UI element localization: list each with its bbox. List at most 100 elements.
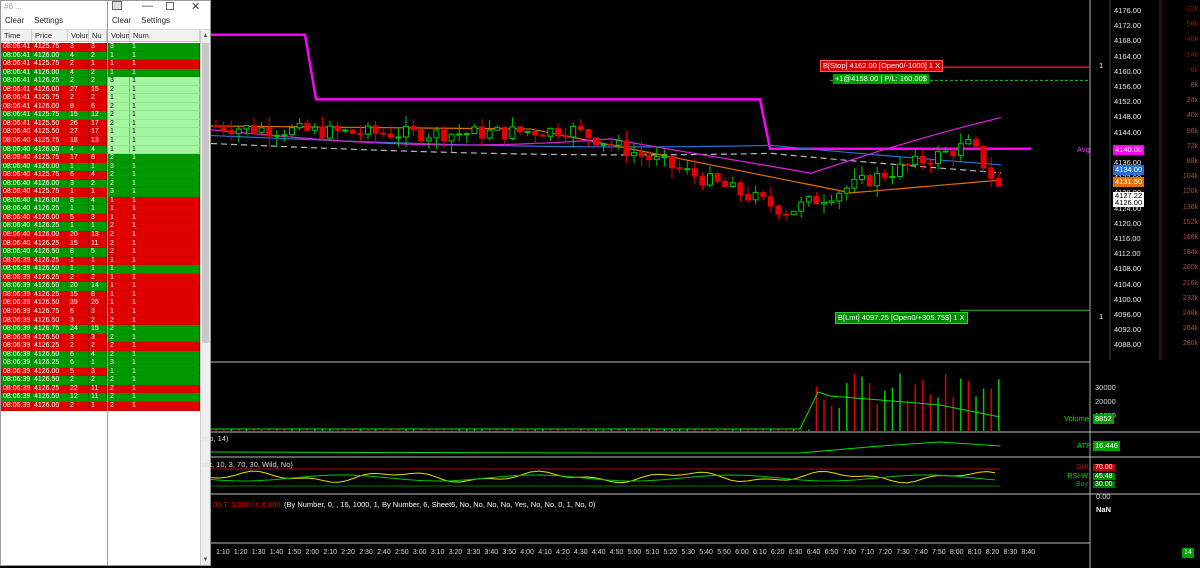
- scroll-thumb[interactable]: [202, 43, 209, 343]
- volume-row[interactable]: 11: [108, 282, 200, 291]
- time-and-sales-window[interactable]: #6 ... Clear Settings Time Price Volun N…: [0, 0, 108, 566]
- trade-row[interactable]: 08:06:41 4125.75 3 3: [1, 43, 107, 52]
- trade-row[interactable]: 08:06:39 4126.50 12 11: [1, 393, 107, 402]
- trade-row[interactable]: 08:06:39 4126.75 24 15: [1, 325, 107, 334]
- column-number-2[interactable]: Num: [130, 30, 200, 41]
- trade-row[interactable]: 08:06:41 4125.75 15 12: [1, 111, 107, 120]
- trade-row[interactable]: 08:06:41 4126.00 4 2: [1, 51, 107, 61]
- volume-row[interactable]: 21: [108, 111, 200, 120]
- trade-row[interactable]: 08:06:39 4126.25 2 2: [1, 273, 107, 283]
- volume-row[interactable]: 11: [108, 307, 200, 317]
- position-label[interactable]: +1@4158.00 | P/L: 160.00$: [833, 74, 929, 84]
- volume-row[interactable]: 11: [108, 60, 200, 69]
- trade-row[interactable]: 08:06:40 4125.75 18 13: [1, 137, 107, 146]
- volume-row[interactable]: 21: [108, 154, 200, 163]
- settings-button[interactable]: Settings: [34, 16, 63, 25]
- trade-row[interactable]: 08:06:39 4126.50 1 1: [1, 265, 107, 274]
- volume-row[interactable]: 11: [108, 256, 200, 266]
- trade-row[interactable]: 08:06:41 4126.00 8 6: [1, 102, 107, 112]
- trade-row[interactable]: 08:06:40 4125.75 17 8: [1, 154, 107, 163]
- column-number[interactable]: Nu: [89, 30, 107, 41]
- stop-order-label[interactable]: B[Stop] 4162.00 [Open0/-1000] 1 X: [820, 60, 944, 72]
- trade-row[interactable]: 08:06:39 4126.25 15 8: [1, 290, 107, 300]
- trade-row[interactable]: 08:06:40 4126.00 4 4: [1, 145, 107, 155]
- vertical-scrollbar[interactable]: ▲ ▼: [200, 31, 210, 565]
- volume-row[interactable]: 21: [108, 333, 200, 343]
- trade-row[interactable]: 08:06:39 4126.50 39 26: [1, 299, 107, 308]
- volume-row[interactable]: 21: [108, 350, 200, 360]
- trade-row[interactable]: 08:06:39 4126.50 2 2: [1, 376, 107, 385]
- trade-row[interactable]: 08:06:40 4125.50 27 17: [1, 128, 107, 138]
- volume-row[interactable]: 31: [108, 188, 200, 197]
- maximize-icon[interactable]: [166, 2, 174, 10]
- trade-row[interactable]: 08:06:41 4126.00 4 2: [1, 68, 107, 78]
- trade-row[interactable]: 08:06:41 4126.00 27 15: [1, 85, 107, 95]
- volume-row[interactable]: 11: [108, 367, 200, 377]
- volume-tape-window[interactable]: — ✕ Clear Settings Volun Num 31111111312…: [107, 0, 211, 566]
- column-volume-2[interactable]: Volun: [108, 30, 130, 41]
- limit-order-label[interactable]: B[Lmt] 4097.25 [Open0/+305.75$] 1 X: [835, 312, 968, 324]
- volume-row[interactable]: 21: [108, 239, 200, 249]
- volume-row[interactable]: 21: [108, 85, 200, 95]
- volume-row[interactable]: 31: [108, 43, 200, 52]
- scroll-down-icon[interactable]: ▼: [201, 555, 210, 565]
- volume-row[interactable]: 21: [108, 102, 200, 112]
- trade-row[interactable]: 08:06:41 4125.75 2 2: [1, 94, 107, 103]
- trade-row[interactable]: 08:06:40 4126.25 1 1: [1, 222, 107, 232]
- volume-row[interactable]: 11: [108, 290, 200, 300]
- trade-row[interactable]: 08:06:39 4126.25 2 2: [1, 342, 107, 351]
- trade-row[interactable]: 08:06:39 4126.50 3 3: [1, 333, 107, 343]
- column-price[interactable]: Price: [32, 30, 68, 41]
- trade-row[interactable]: 08:06:39 4126.00 5 3: [1, 367, 107, 377]
- volume-row[interactable]: 21: [108, 342, 200, 351]
- volume-row[interactable]: 21: [108, 179, 200, 189]
- volume-row[interactable]: 21: [108, 119, 200, 129]
- volume-row[interactable]: 21: [108, 401, 200, 411]
- volume-row[interactable]: 21: [108, 248, 200, 257]
- minimize-icon[interactable]: —: [142, 1, 153, 12]
- trade-row[interactable]: 08:06:41 4125.75 2 1: [1, 60, 107, 69]
- volume-row[interactable]: 11: [108, 51, 200, 61]
- volume-row[interactable]: 11: [108, 273, 200, 283]
- trade-row[interactable]: 08:06:39 4126.75 6 3: [1, 307, 107, 317]
- volume-row[interactable]: 11: [108, 128, 200, 138]
- volume-row[interactable]: 21: [108, 231, 200, 240]
- trade-row[interactable]: 08:06:39 4126.50 6 4: [1, 350, 107, 360]
- volume-row[interactable]: 21: [108, 376, 200, 385]
- scroll-up-icon[interactable]: ▲: [201, 31, 210, 41]
- trade-row[interactable]: 08:06:40 4126.00 20 13: [1, 231, 107, 240]
- volume-row[interactable]: 21: [108, 222, 200, 232]
- trade-row[interactable]: 08:06:41 4125.50 26 17: [1, 119, 107, 129]
- volume-row[interactable]: 11: [108, 68, 200, 78]
- settings-button-2[interactable]: Settings: [141, 16, 170, 25]
- trade-row[interactable]: 08:06:40 4126.00 5 3: [1, 213, 107, 223]
- clear-button-2[interactable]: Clear: [112, 16, 131, 25]
- trade-row[interactable]: 08:06:40 4126.00 1 1: [1, 162, 107, 172]
- volume-row[interactable]: 11: [108, 145, 200, 155]
- trade-row[interactable]: 08:06:41 4126.25 2 2: [1, 77, 107, 86]
- volume-row[interactable]: 21: [108, 316, 200, 326]
- volume-row[interactable]: 21: [108, 384, 200, 394]
- clear-button[interactable]: Clear: [5, 16, 24, 25]
- close-icon[interactable]: ✕: [191, 1, 200, 13]
- volume-row[interactable]: 21: [108, 325, 200, 334]
- volume-row[interactable]: 11: [108, 299, 200, 308]
- trade-row[interactable]: 08:06:40 4125.75 1 1: [1, 188, 107, 197]
- trade-row[interactable]: 08:06:39 4126.25 1 1: [1, 256, 107, 266]
- trade-row[interactable]: 08:06:40 4125.75 6 4: [1, 171, 107, 180]
- volume-row[interactable]: 31: [108, 162, 200, 172]
- trade-row[interactable]: 08:06:40 4126.50 8 5: [1, 248, 107, 257]
- column-time[interactable]: Time: [1, 30, 32, 41]
- volume-row[interactable]: 31: [108, 359, 200, 368]
- window-titlebar-2[interactable]: — ✕: [108, 1, 210, 13]
- volume-row[interactable]: 11: [108, 205, 200, 214]
- trade-row[interactable]: 08:06:39 4126.25 6 1: [1, 359, 107, 368]
- volume-row[interactable]: 11: [108, 137, 200, 146]
- volume-row[interactable]: 21: [108, 171, 200, 180]
- trade-row[interactable]: 08:06:39 4126.00 2 1: [1, 401, 107, 411]
- trade-row[interactable]: 08:06:40 4126.00 8 4: [1, 196, 107, 206]
- volume-row[interactable]: 11: [108, 94, 200, 103]
- volume-row[interactable]: 31: [108, 77, 200, 86]
- trade-row[interactable]: 08:06:40 4126.25 15 11: [1, 239, 107, 249]
- window-titlebar[interactable]: #6 ...: [1, 1, 107, 12]
